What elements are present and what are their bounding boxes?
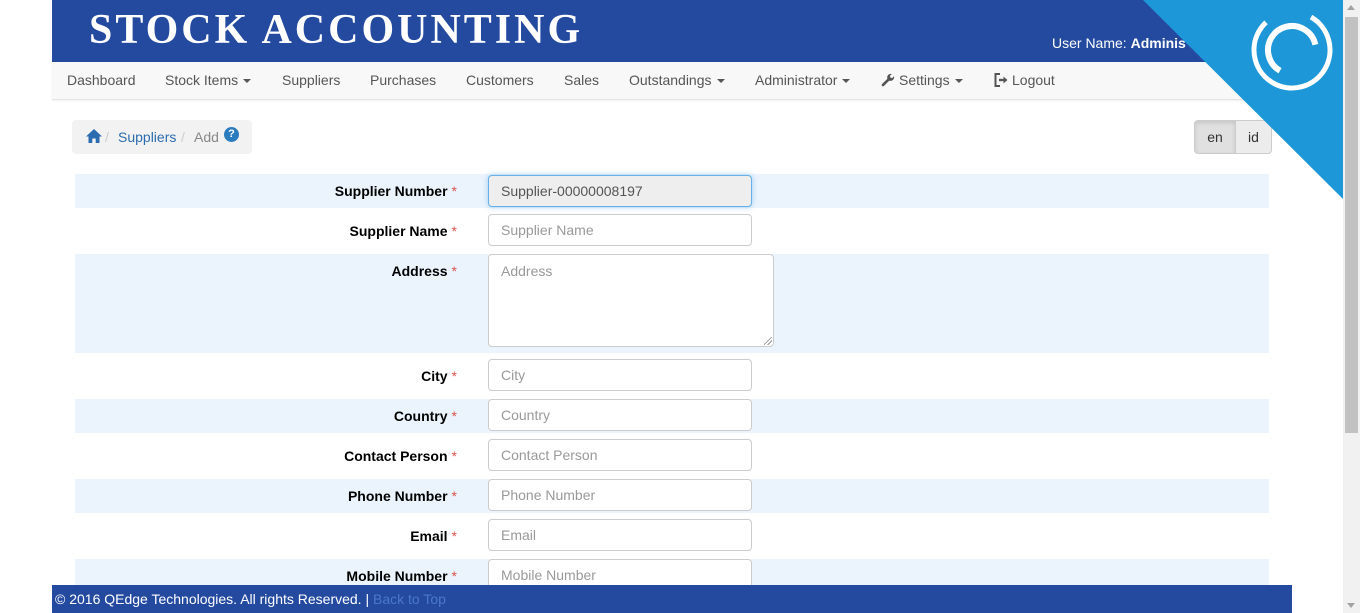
back-to-top-link[interactable]: Back to Top: [373, 591, 446, 607]
supplier-number-field[interactable]: Supplier-00000008197: [488, 175, 752, 207]
nav-administrator-label: Administrator: [755, 72, 838, 88]
supplier-number-label: Supplier Number *: [334, 183, 457, 199]
caret-down-icon: [716, 79, 725, 84]
nav-settings-label: Settings: [899, 72, 950, 88]
breadcrumb-separator: /: [105, 129, 109, 145]
caret-down-icon: [954, 79, 963, 84]
form-row-phone-number: Phone Number * Phone Number: [75, 479, 1269, 513]
corner-triangle: [1143, 0, 1344, 200]
nav-logout-label: Logout: [1012, 72, 1055, 88]
nav-outstandings[interactable]: Outstandings: [629, 62, 725, 99]
phone-number-field[interactable]: Phone Number: [488, 479, 752, 511]
nav-stock-items[interactable]: Stock Items: [165, 62, 252, 99]
nav-outstandings-label: Outstandings: [629, 72, 712, 88]
logout-icon: [994, 73, 1008, 87]
supplier-name-label: Supplier Name *: [349, 223, 457, 239]
contact-person-field[interactable]: Contact Person: [488, 439, 752, 471]
app-header: STOCK ACCOUNTING User Name: Adminis: [52, 0, 1292, 62]
nav-suppliers-label: Suppliers: [282, 72, 341, 88]
address-textarea[interactable]: Address: [488, 254, 774, 347]
nav-dashboard-label: Dashboard: [67, 72, 136, 88]
nav-sales-label: Sales: [564, 72, 600, 88]
form-row-mobile-number: Mobile Number * Mobile Number: [75, 559, 1269, 591]
nav-logout[interactable]: Logout: [994, 62, 1055, 99]
breadcrumb-current: Add: [194, 129, 219, 145]
nav-dashboard[interactable]: Dashboard: [67, 62, 136, 99]
form-row-supplier-number: Supplier Number * Supplier-00000008197: [75, 174, 1269, 208]
form-row-address: Address * Address: [75, 254, 1269, 353]
form-row-supplier-name: Supplier Name * Supplier Name: [75, 214, 1269, 248]
resize-handle-icon[interactable]: [764, 337, 772, 345]
address-label: Address *: [391, 263, 457, 279]
country-label: Country *: [393, 408, 457, 424]
contact-person-label: Contact Person *: [344, 448, 457, 464]
brand-title: STOCK ACCOUNTING: [89, 7, 584, 53]
scroll-up-arrow-icon[interactable]: [1347, 5, 1355, 10]
nav-administrator[interactable]: Administrator: [755, 62, 851, 99]
form-row-country: Country * Country: [75, 399, 1269, 433]
nav-customers[interactable]: Customers: [466, 62, 534, 99]
nav-purchases-label: Purchases: [370, 72, 437, 88]
nav-purchases[interactable]: Purchases: [370, 62, 436, 99]
nav-sales[interactable]: Sales: [564, 62, 599, 99]
corner-loading-banner: [1143, 0, 1344, 200]
form-row-city: City * City: [75, 359, 1269, 393]
breadcrumb-suppliers-link[interactable]: Suppliers: [118, 129, 176, 145]
nav-stock-items-label: Stock Items: [165, 72, 239, 88]
home-icon[interactable]: [85, 128, 103, 144]
nav-settings[interactable]: Settings: [881, 62, 963, 99]
vertical-scrollbar[interactable]: [1343, 0, 1360, 613]
caret-down-icon: [243, 79, 252, 84]
email-field[interactable]: Email: [488, 519, 752, 551]
main-navbar: Dashboard Stock Items Suppliers Purchase…: [52, 62, 1292, 100]
phone-number-label: Phone Number *: [347, 488, 457, 504]
form-row-contact-person: Contact Person * Contact Person: [75, 439, 1269, 473]
city-label: City *: [421, 368, 457, 384]
breadcrumb-separator: /: [181, 129, 185, 145]
address-placeholder: Address: [501, 263, 553, 279]
help-icon[interactable]: ?: [224, 127, 239, 142]
user-label: User Name:: [1052, 35, 1131, 51]
supplier-name-field[interactable]: Supplier Name: [488, 214, 752, 246]
nav-suppliers[interactable]: Suppliers: [282, 62, 340, 99]
city-field[interactable]: City: [488, 359, 752, 391]
scroll-down-arrow-icon[interactable]: [1347, 603, 1355, 608]
form-row-email: Email * Email: [75, 519, 1269, 553]
country-field[interactable]: Country: [488, 399, 752, 431]
footer-text: © 2016 QEdge Technologies. All rights Re…: [55, 585, 446, 613]
caret-down-icon: [842, 79, 851, 84]
page-footer: © 2016 QEdge Technologies. All rights Re…: [52, 585, 1292, 613]
mobile-number-label: Mobile Number *: [346, 568, 457, 584]
copyright-text: © 2016 QEdge Technologies. All rights Re…: [55, 591, 373, 607]
wrench-icon: [881, 73, 895, 87]
email-label: Email *: [410, 528, 457, 544]
breadcrumb: / Suppliers / Add ?: [72, 120, 252, 154]
nav-customers-label: Customers: [466, 72, 534, 88]
scrollbar-thumb[interactable]: [1345, 17, 1358, 433]
